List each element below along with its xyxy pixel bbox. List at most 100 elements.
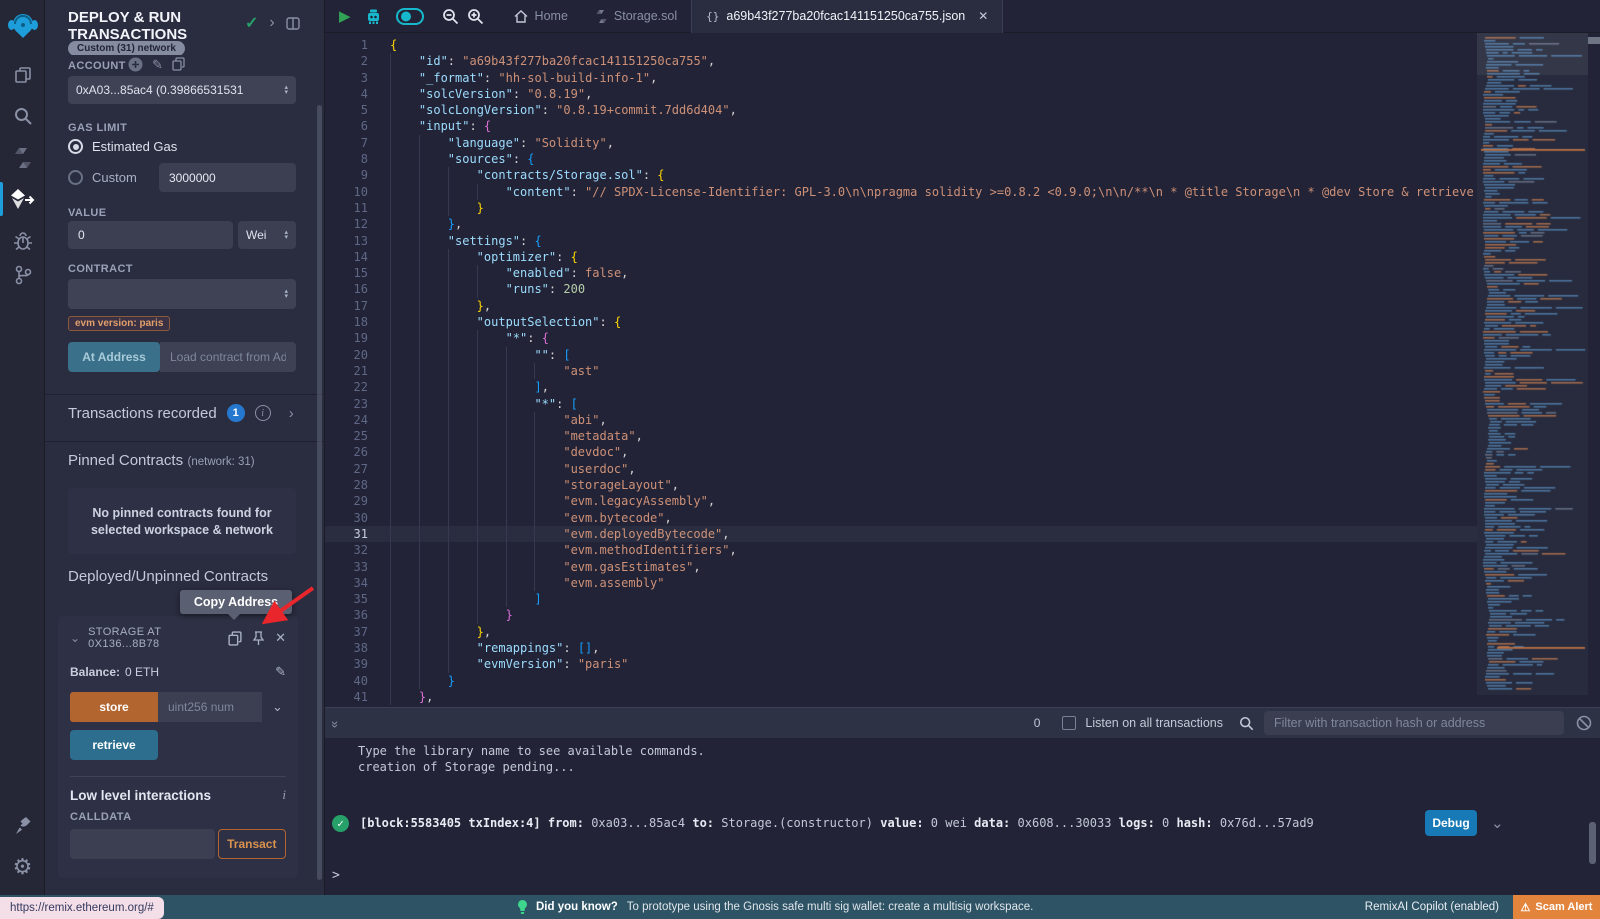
store-arg-input[interactable] [158,692,262,722]
custom-gas-input[interactable] [159,163,296,192]
search-icon[interactable] [0,99,45,133]
contract-select[interactable]: ▴▾ [68,279,296,309]
chevron-right-icon[interactable]: › [269,14,274,32]
code-line[interactable]: 23"*": [ [325,396,1477,412]
code-line[interactable]: 30"evm.bytecode", [325,510,1477,526]
zoom-in-icon[interactable] [467,8,484,25]
edit-balance-icon[interactable]: ✎ [275,664,286,680]
run-script-play-icon[interactable]: ▶ [339,7,351,25]
code-line[interactable]: 1{ [325,37,1477,53]
copilot-status[interactable]: RemixAI Copilot (enabled) [1365,901,1499,913]
listen-all-checkbox[interactable] [1062,716,1076,730]
code-line[interactable]: 29"evm.legacyAssembly", [325,493,1477,509]
code-line[interactable]: 34"evm.assembly" [325,575,1477,591]
store-arg-field[interactable] [158,692,262,722]
store-button[interactable]: store [70,692,158,722]
account-select[interactable]: 0xA03...85ac4 (0.39866531531 ▴▾ [68,76,296,104]
code-line[interactable]: 13"settings": { [325,233,1477,249]
chevron-down-icon[interactable]: ⌄ [1491,814,1504,832]
code-line[interactable]: 15"enabled": false, [325,265,1477,281]
edit-account-icon[interactable]: ✎ [152,57,163,73]
code-line[interactable]: 31"evm.deployedBytecode", [325,526,1477,542]
code-line[interactable]: 17}, [325,298,1477,314]
clear-console-icon[interactable] [1576,715,1592,731]
custom-gas-option[interactable]: Custom [68,170,137,185]
tx-log-row[interactable]: ✓ [block:5583405 txIndex:4] from: 0xa03.… [332,810,1600,836]
plugin-manager-icon[interactable] [0,808,45,842]
value-unit-select[interactable]: Wei ▴▾ [238,221,296,249]
calldata-input[interactable] [70,829,215,859]
tab-storage-sol[interactable]: Storage.sol [582,0,691,33]
editor-minimap[interactable] [1477,33,1588,695]
sidepanel-scrollbar[interactable] [317,105,322,880]
add-account-icon[interactable] [128,57,143,72]
code-line[interactable]: 41}, [325,689,1477,705]
code-line[interactable]: 27"userdoc", [325,461,1477,477]
code-line[interactable]: 36} [325,607,1477,623]
code-line[interactable]: 40} [325,673,1477,689]
pin-panel-icon[interactable] [286,17,300,30]
code-line[interactable]: 24"abi", [325,412,1477,428]
code-line[interactable]: 37}, [325,624,1477,640]
copy-account-icon[interactable] [172,57,185,71]
load-contract-input[interactable] [160,342,296,372]
code-line[interactable]: 7"language": "Solidity", [325,135,1477,151]
tab-home[interactable]: Home [500,0,582,33]
load-contract-field[interactable] [160,342,296,372]
code-line[interactable]: 9"contracts/Storage.sol": { [325,167,1477,183]
radio-estimated-gas[interactable] [68,139,83,154]
terminal-output[interactable]: Type the library name to see available c… [325,738,1600,895]
debug-button[interactable]: Debug [1425,810,1477,836]
transact-button[interactable]: Transact [218,829,286,859]
calldata-field[interactable] [70,829,215,859]
deploy-and-run-icon[interactable] [0,182,45,216]
retrieve-button[interactable]: retrieve [70,730,158,760]
terminal-scrollbar[interactable] [1589,822,1596,864]
code-line[interactable]: 20"": [ [325,347,1477,363]
code-line[interactable]: 38"remappings": [], [325,640,1477,656]
git-version-control-icon[interactable] [0,258,45,292]
code-line[interactable]: 10"content": "// SPDX-License-Identifier… [325,184,1477,200]
code-line[interactable]: 28"storageLayout", [325,477,1477,493]
code-line[interactable]: 6"input": { [325,118,1477,134]
code-line[interactable]: 16"runs": 200 [325,281,1477,297]
custom-gas-field[interactable] [159,163,296,192]
info-icon[interactable]: i [282,787,286,803]
code-line[interactable]: 14"optimizer": { [325,249,1477,265]
value-input[interactable] [68,221,233,249]
code-line[interactable]: 39"evmVersion": "paris" [325,656,1477,672]
code-editor[interactable]: 1{2"id": "a69b43f277ba20fcac141151250ca7… [325,33,1477,707]
code-line[interactable]: 19"*": { [325,330,1477,346]
remix-ai-robot-icon[interactable] [365,8,382,25]
zoom-out-icon[interactable] [442,8,459,25]
code-line[interactable]: 8"sources": { [325,151,1477,167]
code-line[interactable]: 25"metadata", [325,428,1477,444]
code-line[interactable]: 2"id": "a69b43f277ba20fcac141151250ca755… [325,53,1477,69]
code-line[interactable]: 22], [325,379,1477,395]
filter-input[interactable] [1264,711,1564,735]
code-line[interactable]: 21"ast" [325,363,1477,379]
radio-custom-gas[interactable] [68,170,83,185]
transactions-recorded-row[interactable]: Transactions recorded 1 i › [68,404,308,422]
code-line[interactable]: 4"solcVersion": "0.8.19", [325,86,1477,102]
tab-build-info-json[interactable]: {} a69b43f277ba20fcac141151250ca755.json… [691,0,1003,33]
value-field[interactable] [68,221,233,249]
remix-logo-icon[interactable] [0,6,45,46]
chevron-down-icon[interactable]: ⌄ [272,699,283,715]
filter-field[interactable] [1264,711,1564,735]
copilot-toggle[interactable] [396,8,424,25]
code-line[interactable]: 32"evm.methodIdentifiers", [325,542,1477,558]
code-line[interactable]: 11} [325,200,1477,216]
close-tab-icon[interactable]: ✕ [978,9,988,23]
solidity-compiler-icon[interactable] [0,141,45,175]
file-explorer-icon[interactable] [0,58,45,92]
chevron-down-icon[interactable]: ⌄ [70,631,80,645]
code-line[interactable]: 3"_format": "hh-sol-build-info-1", [325,70,1477,86]
at-address-button[interactable]: At Address [68,342,160,372]
settings-gear-icon[interactable]: ⚙ [0,850,45,884]
code-line[interactable]: 5"solcLongVersion": "0.8.19+commit.7dd6d… [325,102,1477,118]
code-line[interactable]: 35] [325,591,1477,607]
code-line[interactable]: 12}, [325,216,1477,232]
editor-scrollbar-thumb[interactable] [1588,37,1600,44]
scam-alert-button[interactable]: ⚠ Scam Alert [1513,895,1600,919]
